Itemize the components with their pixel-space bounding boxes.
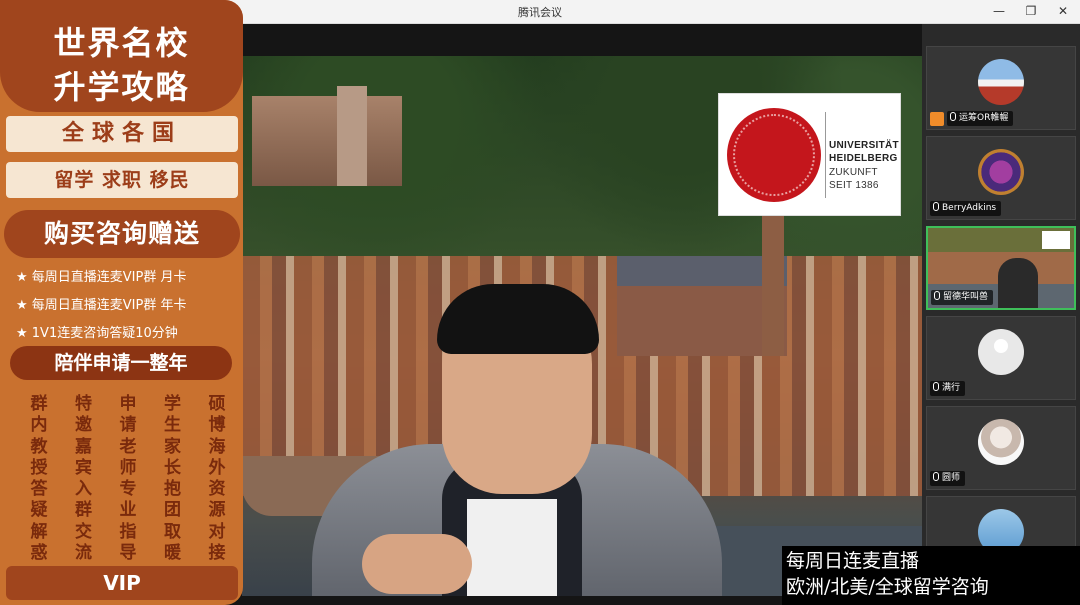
participant-name-label: BerryAdkins [930,201,1002,216]
mic-icon [950,112,956,121]
participant-tile-active[interactable]: 留德华叫兽 [926,226,1076,310]
promo-vip: VIP [6,566,238,600]
shirt-shape [467,499,557,596]
minimize-icon[interactable]: — [990,2,1008,20]
close-icon[interactable]: ✕ [1054,2,1072,20]
hair-shape [437,284,599,354]
subtitle-overlay: 每周日连麦直播 欧洲/北美/全球留学咨询 [782,546,1080,605]
promo-gift: 购买咨询赠送 [4,210,240,258]
participant-name: 圆师 [942,473,961,483]
mic-icon [934,291,940,300]
meeting-window: 腾讯会议 — ❐ ✕ UNIVERSITÄT HEIDELBERG ZUKUNF [0,0,1080,605]
promo-column: 学生家长抱团取暖 [164,394,181,564]
logo-divider [825,112,826,198]
subtitle-line1: 每周日连麦直播 [786,550,920,572]
participant-figure [998,258,1038,308]
speaker-figure [302,284,722,596]
mic-icon [933,202,939,211]
maximize-icon[interactable]: ❐ [1022,2,1040,20]
mic-icon [933,382,939,391]
castle-tower-shape [337,86,367,186]
subtitle-line2: 欧洲/北美/全球留学咨询 [786,576,989,598]
seal-ring [733,114,815,196]
avatar [978,419,1024,465]
promo-columns: 群内教授答疑解惑 特邀嘉宾入群交流 申请老师专业指导 学生家长抱团取暖 硕博海外… [28,394,228,564]
participant-name-label: 运筹OR帷幄 [947,111,1014,126]
promo-column: 硕博海外资源对接 [208,394,226,564]
promo-item: ★ 每周日直播连麦VIP群 月卡 [16,270,187,285]
promo-year: 陪伴申请一整年 [10,346,232,380]
promo-title-line1: 世界名校 [53,24,190,62]
logo-line2: HEIDELBERG [829,153,898,164]
logo-line3: ZUKUNFT [829,167,878,178]
avatar [978,59,1024,105]
avatar [978,149,1024,195]
heidelberg-logo-thumb [1042,231,1070,249]
promo-item: ★ 1V1连麦咨询答疑10分钟 [16,326,178,341]
castle-shape [252,96,402,186]
participant-tile[interactable]: BerryAdkins [926,136,1076,220]
participant-name: 运筹OR帷幄 [959,113,1009,123]
participant-name-label: 满行 [930,381,966,396]
promo-column: 群内教授答疑解惑 [30,394,48,564]
logo-line4: SEIT 1386 [829,180,879,191]
church-spire-shape [762,216,784,356]
promo-title-line2: 升学攻略 [53,68,190,106]
promo-column: 特邀嘉宾入群交流 [75,394,92,564]
avatar-head [994,339,1008,353]
participant-name-label: 留德华叫兽 [931,290,994,305]
logo-line1: UNIVERSITÄT [829,140,899,151]
participant-list: 运筹OR帷幄 BerryAdkins 留德华叫兽 满行 圆师 [922,24,1080,605]
participant-tile[interactable]: 运筹OR帷幄 [926,46,1076,130]
promo-band-study: 留学 求职 移民 [6,162,238,198]
participant-name: BerryAdkins [942,203,997,213]
hand-shape [362,534,472,594]
participant-tile[interactable]: 满行 [926,316,1076,400]
host-icon [930,112,944,126]
main-speaker-video[interactable]: UNIVERSITÄT HEIDELBERG ZUKUNFT SEIT 1386 [242,56,922,596]
promo-band-global: 全球各国 [6,116,238,152]
promo-banner: 世界名校 升学攻略 全球各国 留学 求职 移民 购买咨询赠送 ★ 每周日直播连麦… [0,0,243,605]
promo-column: 申请老师专业指导 [119,394,137,564]
mic-icon [933,472,939,481]
participant-name-label: 圆师 [930,471,966,486]
participant-tile[interactable]: 圆师 [926,406,1076,490]
heidelberg-logo: UNIVERSITÄT HEIDELBERG ZUKUNFT SEIT 1386 [718,93,901,216]
participant-name: 满行 [942,383,961,393]
promo-item: ★ 每周日直播连麦VIP群 年卡 [16,298,187,313]
participant-name: 留德华叫兽 [943,292,989,302]
